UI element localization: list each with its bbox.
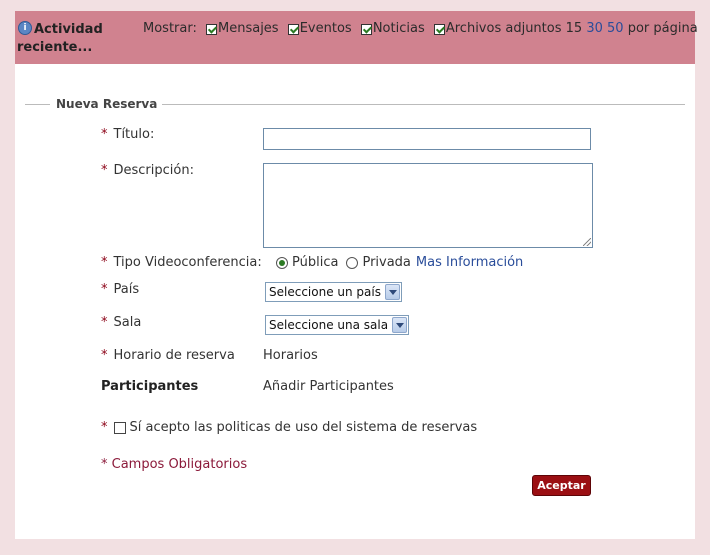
filter-eventos-label: Eventos: [299, 21, 352, 36]
chevron-down-icon[interactable]: [392, 317, 407, 333]
tipo-videoconferencia-options: Pública Privada Mas Información: [276, 255, 523, 270]
aceptar-button[interactable]: Aceptar: [532, 475, 591, 496]
filter-noticias-label: Noticias: [372, 21, 425, 36]
sala-label: * Sala: [101, 315, 142, 330]
fieldset-border-left: [25, 104, 50, 105]
privada-label: Privada: [362, 255, 411, 270]
pais-select-value: Seleccione un país: [269, 285, 381, 299]
politicas-label: Sí acepto las politicas de uso del siste…: [129, 420, 478, 435]
page-size-suffix: por página: [627, 21, 698, 36]
titulo-label: * Título:: [101, 127, 155, 142]
filter-archivos-label: Archivos adjuntos: [445, 21, 562, 36]
pais-select[interactable]: Seleccione un país: [265, 282, 402, 302]
resize-grip-icon[interactable]: [583, 238, 591, 246]
show-label: Mostrar:: [143, 21, 197, 36]
pais-label: * País: [101, 282, 140, 297]
chevron-down-icon[interactable]: [385, 284, 400, 300]
filter-mensajes-checkbox[interactable]: [206, 23, 217, 35]
fieldset-border-right: [162, 104, 685, 105]
fieldset-legend: Nueva Reserva: [56, 97, 158, 111]
participantes-label: Participantes: [101, 379, 199, 394]
titulo-input[interactable]: [263, 128, 591, 150]
politicas-checkbox[interactable]: [113, 421, 126, 434]
activity-header: i Actividad reciente... Mostrar: Mensaje…: [15, 11, 698, 64]
descripcion-label: * Descripción:: [101, 163, 194, 178]
mas-informacion-link[interactable]: Mas Información: [416, 255, 523, 270]
page-size-30-link[interactable]: 30: [586, 21, 603, 36]
publica-label: Pública: [292, 255, 339, 270]
campos-obligatorios-note: * Campos Obligatorios: [101, 457, 248, 472]
sala-select[interactable]: Seleccione una sala: [265, 315, 409, 335]
filter-noticias-checkbox[interactable]: [360, 23, 372, 35]
filter-eventos-checkbox[interactable]: [287, 23, 299, 35]
descripcion-textarea[interactable]: [263, 163, 593, 248]
horario-label: * Horario de reserva: [101, 348, 235, 363]
activity-filters: Mostrar: Mensajes Eventos Noticias Archi…: [143, 20, 698, 39]
reservation-panel: Nueva Reserva * Título: * Descripción: * Ti…: [15, 64, 695, 539]
filter-mensajes-label: Mensajes: [218, 21, 279, 36]
horarios-link[interactable]: Horarios: [263, 348, 318, 363]
filter-archivos-checkbox[interactable]: [433, 23, 445, 35]
anadir-participantes-link[interactable]: Añadir Participantes: [263, 379, 394, 394]
tipo-videoconferencia-label: * Tipo Videoconferencia:: [101, 255, 262, 270]
activity-title: Actividad reciente...: [17, 22, 103, 55]
page-size-current: 15: [565, 21, 583, 36]
sala-select-value: Seleccione una sala: [269, 318, 389, 332]
politicas-row: * Sí acepto las politicas de uso del sist…: [101, 420, 478, 435]
page-size-50-link[interactable]: 50: [607, 21, 624, 36]
publica-radio[interactable]: [276, 256, 288, 269]
privada-radio[interactable]: [346, 256, 359, 269]
